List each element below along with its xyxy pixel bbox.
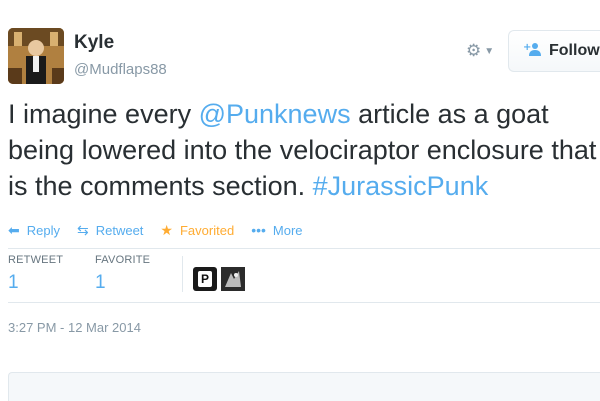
gear-icon: ⚙ bbox=[466, 41, 482, 60]
user-name[interactable]: Kyle bbox=[74, 32, 114, 54]
divider bbox=[8, 248, 600, 249]
hashtag-link[interactable]: #JurassicPunk bbox=[313, 171, 489, 201]
tweet-header: Kyle @Mudflaps88 ⚙ ▼ + Follow bbox=[8, 28, 600, 88]
reply-label: Reply bbox=[26, 222, 60, 238]
follow-button[interactable]: + Follow bbox=[508, 30, 600, 72]
reply-icon: ⬅ bbox=[8, 221, 20, 238]
avatar-photo-icon bbox=[8, 28, 64, 84]
retweet-stat[interactable]: RETWEET 1 bbox=[8, 254, 95, 298]
retweet-button[interactable]: ⇆ Retweet bbox=[77, 222, 143, 239]
add-user-icon: + bbox=[523, 42, 541, 60]
retweet-count: 1 bbox=[8, 272, 19, 293]
favorited-label: Favorited bbox=[179, 222, 235, 238]
user-avatar[interactable] bbox=[8, 28, 64, 84]
more-label: More bbox=[272, 222, 303, 238]
favoriter-avatar[interactable] bbox=[221, 267, 245, 291]
favorite-stat-label: FAVORITE bbox=[95, 254, 151, 266]
user-handle[interactable]: @Mudflaps88 bbox=[74, 61, 167, 78]
mention-link[interactable]: @Punknews bbox=[199, 99, 351, 129]
favorite-button[interactable]: ★ Favorited bbox=[160, 222, 234, 239]
retweet-label: Retweet bbox=[95, 222, 144, 238]
tweet-actions: ⬅ Reply ⇆ Retweet ★ Favorited ••• More bbox=[8, 220, 320, 240]
favorite-stat[interactable]: FAVORITE 1 bbox=[95, 254, 182, 298]
star-icon: ★ bbox=[160, 221, 173, 238]
retweet-icon: ⇆ bbox=[76, 221, 89, 238]
favorite-count: 1 bbox=[95, 272, 106, 293]
reply-box[interactable] bbox=[8, 372, 600, 401]
stats-separator bbox=[182, 256, 183, 292]
follow-label: Follow bbox=[549, 42, 600, 59]
retweet-stat-label: RETWEET bbox=[8, 254, 64, 266]
svg-text:+: + bbox=[523, 42, 531, 53]
chevron-down-icon: ▼ bbox=[484, 45, 495, 57]
gear-menu-button[interactable]: ⚙ ▼ bbox=[466, 38, 506, 64]
more-dots-icon: ••• bbox=[251, 222, 266, 238]
tweet-timestamp[interactable]: 3:27 PM - 12 Mar 2014 bbox=[8, 320, 141, 335]
divider bbox=[8, 302, 600, 303]
more-button[interactable]: ••• More bbox=[251, 222, 302, 238]
tweet-text-start: I imagine every bbox=[8, 99, 199, 129]
tweet-stats: RETWEET 1 FAVORITE 1 P bbox=[8, 254, 249, 298]
tweet-text: I imagine every @Punknews article as a g… bbox=[8, 96, 598, 204]
favoriter-avatars: P bbox=[193, 254, 249, 298]
favoriter-avatar[interactable]: P bbox=[193, 267, 217, 291]
reply-button[interactable]: ⬅ Reply bbox=[8, 222, 60, 239]
